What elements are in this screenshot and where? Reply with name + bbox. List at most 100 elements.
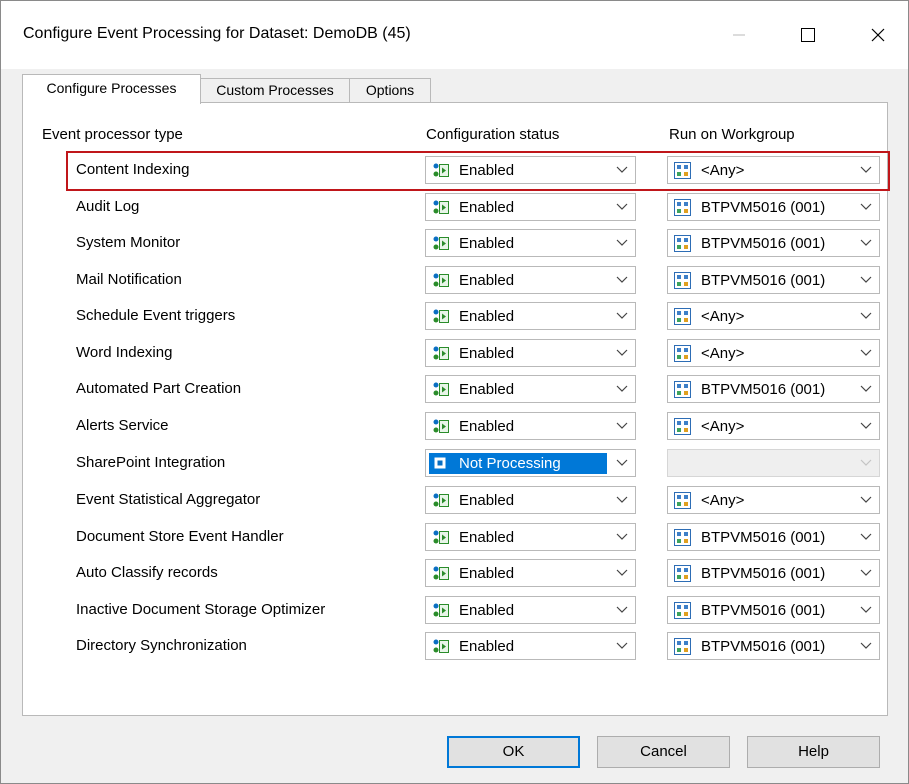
status-select[interactable]: Enabled: [425, 302, 636, 330]
chevron-down-icon[interactable]: [852, 633, 879, 659]
chevron-down-icon[interactable]: [608, 267, 635, 293]
chevron-down-icon[interactable]: [608, 230, 635, 256]
workgroup-select[interactable]: BTPVM5016 (001): [667, 229, 880, 257]
chevron-down-icon[interactable]: [608, 376, 635, 402]
status-select[interactable]: Enabled: [425, 486, 636, 514]
chevron-down-icon[interactable]: [852, 560, 879, 586]
status-select[interactable]: Enabled: [425, 339, 636, 367]
status-value: Enabled: [459, 529, 515, 546]
chevron-down-icon[interactable]: [852, 487, 879, 513]
workgroup-value: BTPVM5016 (001): [701, 529, 826, 546]
status-select[interactable]: Enabled: [425, 523, 636, 551]
workgroup-icon: [674, 638, 691, 655]
chevron-down-icon[interactable]: [608, 303, 635, 329]
workgroup-select[interactable]: <Any>: [667, 339, 880, 367]
minimize-button[interactable]: [716, 17, 762, 53]
chevron-down-icon[interactable]: [608, 413, 635, 439]
status-value: Enabled: [459, 272, 515, 289]
enabled-status-icon: [432, 529, 449, 546]
close-button[interactable]: [855, 17, 901, 53]
enabled-status-icon: [432, 381, 449, 398]
maximize-icon: [801, 28, 815, 42]
chevron-down-icon[interactable]: [852, 157, 879, 183]
workgroup-value: BTPVM5016 (001): [701, 199, 826, 216]
tab-configure-processes[interactable]: Configure Processes: [22, 74, 201, 104]
workgroup-select[interactable]: BTPVM5016 (001): [667, 632, 880, 660]
chevron-down-icon[interactable]: [608, 194, 635, 220]
process-label: Auto Classify records: [76, 564, 218, 581]
process-label: Inactive Document Storage Optimizer: [76, 601, 326, 618]
chevron-down-icon[interactable]: [608, 597, 635, 623]
window-title: Configure Event Processing for Dataset: …: [23, 25, 411, 42]
chevron-down-icon[interactable]: [608, 633, 635, 659]
status-select[interactable]: Enabled: [425, 412, 636, 440]
status-select[interactable]: Enabled: [425, 193, 636, 221]
workgroup-select[interactable]: BTPVM5016 (001): [667, 523, 880, 551]
chevron-down-icon[interactable]: [852, 524, 879, 550]
status-select[interactable]: Enabled: [425, 266, 636, 294]
status-value: Enabled: [459, 199, 515, 216]
workgroup-value: <Any>: [701, 492, 745, 509]
enabled-status-icon: [432, 638, 449, 655]
ok-button[interactable]: OK: [447, 736, 580, 768]
process-label: Event Statistical Aggregator: [76, 491, 261, 508]
chevron-down-icon[interactable]: [608, 560, 635, 586]
status-select[interactable]: Enabled: [425, 596, 636, 624]
status-select[interactable]: Enabled: [425, 559, 636, 587]
workgroup-icon: [674, 602, 691, 619]
chevron-down-icon[interactable]: [852, 230, 879, 256]
help-button[interactable]: Help: [747, 736, 880, 768]
status-value: Enabled: [459, 308, 515, 325]
workgroup-value: <Any>: [701, 308, 745, 325]
chevron-down-icon[interactable]: [608, 524, 635, 550]
workgroup-select[interactable]: BTPVM5016 (001): [667, 559, 880, 587]
status-select[interactable]: Enabled: [425, 632, 636, 660]
workgroup-select: [667, 449, 880, 477]
maximize-button[interactable]: [785, 17, 831, 53]
tab-options[interactable]: Options: [349, 78, 431, 103]
chevron-down-icon[interactable]: [852, 376, 879, 402]
process-label: Document Store Event Handler: [76, 528, 284, 545]
workgroup-icon: [674, 162, 691, 179]
workgroup-icon: [674, 308, 691, 325]
process-label: Directory Synchronization: [76, 637, 247, 654]
chevron-down-icon[interactable]: [608, 450, 635, 476]
workgroup-icon: [674, 492, 691, 509]
status-select[interactable]: Enabled: [425, 229, 636, 257]
tab-custom-processes[interactable]: Custom Processes: [199, 78, 351, 103]
chevron-down-icon[interactable]: [608, 487, 635, 513]
chevron-down-icon[interactable]: [608, 157, 635, 183]
status-select[interactable]: Enabled: [425, 375, 636, 403]
chevron-down-icon[interactable]: [608, 340, 635, 366]
workgroup-select[interactable]: BTPVM5016 (001): [667, 596, 880, 624]
status-select[interactable]: Enabled: [425, 156, 636, 184]
workgroup-icon: [674, 418, 691, 435]
status-select[interactable]: Not Processing: [425, 449, 636, 477]
workgroup-select[interactable]: <Any>: [667, 412, 880, 440]
chevron-down-icon[interactable]: [852, 340, 879, 366]
status-value: Enabled: [459, 602, 515, 619]
chevron-down-icon[interactable]: [852, 267, 879, 293]
enabled-status-icon: [432, 272, 449, 289]
enabled-status-icon: [432, 602, 449, 619]
chevron-down-icon[interactable]: [852, 597, 879, 623]
status-value: Enabled: [459, 638, 515, 655]
workgroup-select[interactable]: <Any>: [667, 302, 880, 330]
chevron-down-icon[interactable]: [852, 303, 879, 329]
enabled-status-icon: [432, 492, 449, 509]
status-value: Enabled: [459, 492, 515, 509]
status-value: Enabled: [459, 235, 515, 252]
workgroup-select[interactable]: <Any>: [667, 156, 880, 184]
cancel-button[interactable]: Cancel: [597, 736, 730, 768]
process-label: Mail Notification: [76, 271, 182, 288]
column-header-type: Event processor type: [42, 126, 183, 143]
workgroup-select[interactable]: BTPVM5016 (001): [667, 266, 880, 294]
close-icon: [871, 28, 885, 42]
workgroup-select[interactable]: BTPVM5016 (001): [667, 193, 880, 221]
chevron-down-icon[interactable]: [852, 194, 879, 220]
chevron-down-icon[interactable]: [852, 413, 879, 439]
workgroup-select[interactable]: <Any>: [667, 486, 880, 514]
workgroup-select[interactable]: BTPVM5016 (001): [667, 375, 880, 403]
status-value: Enabled: [459, 565, 515, 582]
status-value: Enabled: [459, 381, 515, 398]
